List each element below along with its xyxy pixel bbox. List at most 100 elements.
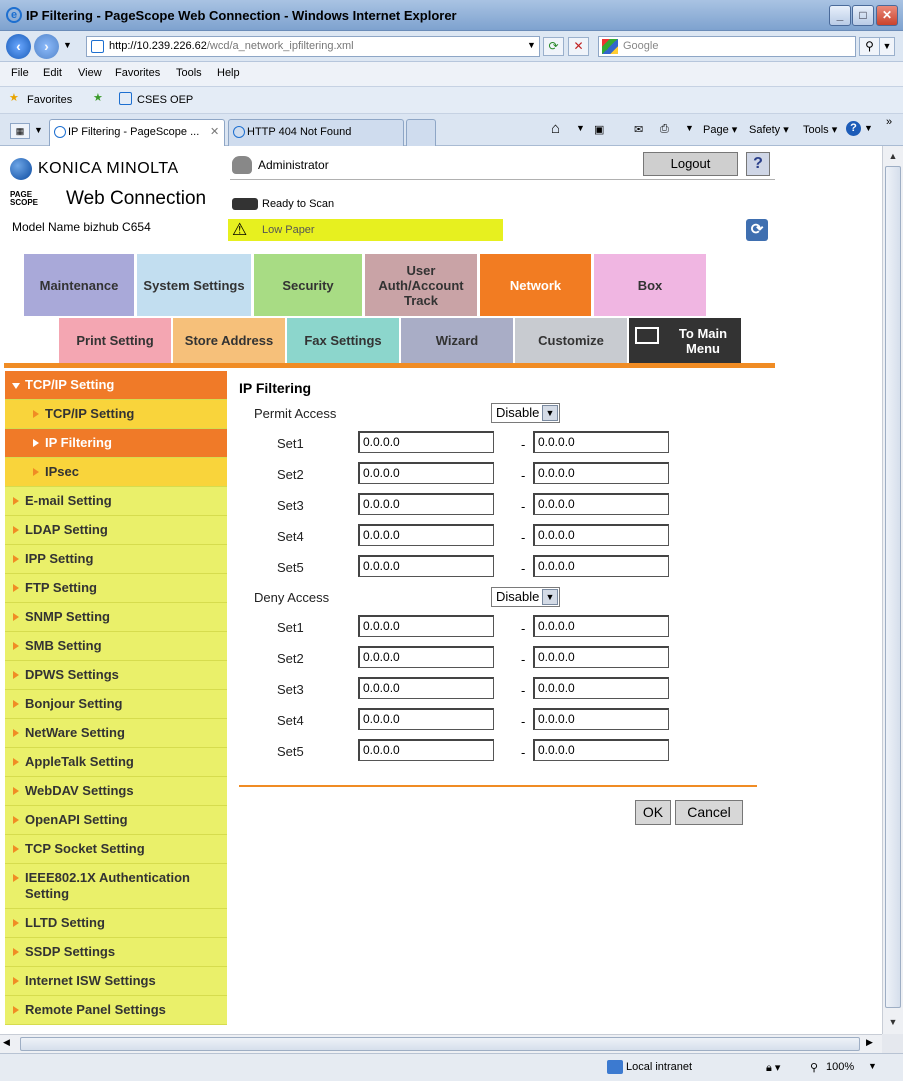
sidebar-item-ftp-setting[interactable]: FTP Setting	[5, 574, 227, 603]
tab-ip-filtering[interactable]: IP Filtering - PageScope ... ✕	[49, 119, 225, 146]
safety-menu[interactable]: Safety ▾	[749, 123, 789, 136]
search-icon[interactable]: ⚲	[859, 37, 880, 56]
sidebar-item-ssdp-settings[interactable]: SSDP Settings	[5, 938, 227, 967]
tab-box[interactable]: Box	[594, 254, 706, 316]
tools-menu[interactable]: Tools ▾	[803, 123, 837, 136]
refresh-status-button[interactable]: ⟳	[746, 219, 768, 241]
search-options-icon[interactable]: ▼	[879, 37, 895, 56]
permit-set1-to-input[interactable]: 0.0.0.0	[533, 431, 669, 453]
sidebar-item-lltd-setting[interactable]: LLTD Setting	[5, 909, 227, 938]
scroll-right-icon[interactable]: ▶	[866, 1037, 873, 1048]
close-window-button[interactable]: ✕	[876, 5, 898, 26]
sidebar-item-internet-isw-settings[interactable]: Internet ISW Settings	[5, 967, 227, 996]
horizontal-scrollbar[interactable]: ◀ ▶	[0, 1034, 882, 1053]
tab-list-icon[interactable]: ▼	[34, 125, 43, 135]
tab-network[interactable]: Network	[480, 254, 591, 316]
toolbar-overflow-icon[interactable]: »	[886, 116, 892, 128]
address-input[interactable]: http://10.239.226.62/wcd/a_network_ipfil…	[86, 36, 540, 57]
address-dropdown-icon[interactable]: ▼	[521, 37, 542, 56]
sidebar-item-openapi-setting[interactable]: OpenAPI Setting	[5, 806, 227, 835]
stop-icon[interactable]: ✕	[568, 37, 589, 56]
tab-http-404[interactable]: HTTP 404 Not Found	[228, 119, 404, 146]
sidebar-item-ipsec[interactable]: IPsec	[5, 458, 227, 487]
tab-security[interactable]: Security	[254, 254, 362, 316]
sidebar-item-ldap-setting[interactable]: LDAP Setting	[5, 516, 227, 545]
new-tab-button[interactable]	[406, 119, 436, 146]
deny-set3-to-input[interactable]: 0.0.0.0	[533, 677, 669, 699]
deny-set1-to-input[interactable]: 0.0.0.0	[533, 615, 669, 637]
sidebar-item-tcpip-setting[interactable]: TCP/IP Setting	[5, 400, 227, 429]
home-icon[interactable]: ⌂	[551, 120, 560, 137]
zoom-dropdown-icon[interactable]: ▼	[868, 1061, 877, 1071]
menu-help[interactable]: Help	[217, 67, 240, 79]
sidebar-item-webdav-settings[interactable]: WebDAV Settings	[5, 777, 227, 806]
favorite-link-cses[interactable]: CSES OEP	[137, 94, 193, 106]
permit-set2-to-input[interactable]: 0.0.0.0	[533, 462, 669, 484]
sidebar-item-tcpip-setting-group[interactable]: TCP/IP Setting	[5, 371, 227, 400]
protected-mode-icon[interactable]: 🔒︎ ▾	[766, 1061, 780, 1075]
permit-set5-from-input[interactable]: 0.0.0.0	[358, 555, 494, 577]
help-icon[interactable]: ?	[846, 121, 861, 136]
tab-to-main-menu[interactable]: To Main Menu	[629, 318, 741, 363]
permit-access-select[interactable]: Disable ▼	[491, 403, 560, 423]
sidebar-item-remote-panel-settings[interactable]: Remote Panel Settings	[5, 996, 227, 1025]
deny-set4-from-input[interactable]: 0.0.0.0	[358, 708, 494, 730]
search-input[interactable]: Google	[598, 36, 856, 57]
back-button[interactable]: ‹	[6, 34, 31, 59]
minimize-button[interactable]: _	[829, 5, 851, 26]
tab-store-address[interactable]: Store Address	[173, 318, 285, 363]
tab-fax-settings[interactable]: Fax Settings	[287, 318, 399, 363]
close-tab-icon[interactable]: ✕	[210, 120, 219, 145]
permit-set2-from-input[interactable]: 0.0.0.0	[358, 462, 494, 484]
favorites-button[interactable]: Favorites	[27, 94, 72, 106]
tab-wizard[interactable]: Wizard	[401, 318, 513, 363]
help-button[interactable]: ?	[746, 152, 770, 176]
menu-edit[interactable]: Edit	[43, 67, 62, 79]
permit-set4-to-input[interactable]: 0.0.0.0	[533, 524, 669, 546]
refresh-icon[interactable]: ⟳	[543, 37, 564, 56]
sidebar-item-bonjour-setting[interactable]: Bonjour Setting	[5, 690, 227, 719]
page-menu[interactable]: Page ▾	[703, 123, 737, 136]
permit-set1-from-input[interactable]: 0.0.0.0	[358, 431, 494, 453]
permit-set4-from-input[interactable]: 0.0.0.0	[358, 524, 494, 546]
permit-set5-to-input[interactable]: 0.0.0.0	[533, 555, 669, 577]
scroll-up-icon[interactable]: ▲	[885, 148, 901, 164]
help-dropdown-icon[interactable]: ▼	[864, 123, 873, 133]
sidebar-item-dpws-settings[interactable]: DPWS Settings	[5, 661, 227, 690]
vertical-scroll-thumb[interactable]	[885, 166, 901, 1008]
mail-icon[interactable]: ✉	[634, 123, 643, 136]
horizontal-scroll-thumb[interactable]	[20, 1037, 860, 1051]
add-favorite-icon[interactable]: ★	[93, 91, 103, 104]
sidebar-item-email-setting[interactable]: E-mail Setting	[5, 487, 227, 516]
tab-print-setting[interactable]: Print Setting	[59, 318, 171, 363]
sidebar-item-ieee8021x-setting[interactable]: IEEE802.1X Authentication Setting	[5, 864, 227, 909]
sidebar-item-tcp-socket-setting[interactable]: TCP Socket Setting	[5, 835, 227, 864]
scroll-down-icon[interactable]: ▼	[885, 1014, 901, 1030]
sidebar-item-ip-filtering[interactable]: IP Filtering	[5, 429, 227, 458]
deny-set2-from-input[interactable]: 0.0.0.0	[358, 646, 494, 668]
deny-set3-from-input[interactable]: 0.0.0.0	[358, 677, 494, 699]
logout-button[interactable]: Logout	[643, 152, 738, 176]
home-dropdown-icon[interactable]: ▼	[576, 123, 585, 133]
deny-set4-to-input[interactable]: 0.0.0.0	[533, 708, 669, 730]
deny-set1-from-input[interactable]: 0.0.0.0	[358, 615, 494, 637]
cancel-button[interactable]: Cancel	[675, 800, 743, 825]
ok-button[interactable]: OK	[635, 800, 671, 825]
print-dropdown-icon[interactable]: ▼	[685, 123, 694, 133]
sidebar-item-smb-setting[interactable]: SMB Setting	[5, 632, 227, 661]
scroll-left-icon[interactable]: ◀	[3, 1037, 10, 1048]
menu-tools[interactable]: Tools	[176, 67, 202, 79]
feeds-icon[interactable]: ▣	[594, 123, 604, 136]
permit-set3-from-input[interactable]: 0.0.0.0	[358, 493, 494, 515]
zoom-icon[interactable]: ⚲	[810, 1061, 818, 1074]
tab-customize[interactable]: Customize	[515, 318, 627, 363]
deny-set5-from-input[interactable]: 0.0.0.0	[358, 739, 494, 761]
menu-file[interactable]: File	[11, 67, 29, 79]
tab-maintenance[interactable]: Maintenance	[24, 254, 134, 316]
deny-set5-to-input[interactable]: 0.0.0.0	[533, 739, 669, 761]
maximize-button[interactable]: □	[852, 5, 874, 26]
quick-tabs-icon[interactable]: ▦	[10, 123, 30, 139]
sidebar-item-snmp-setting[interactable]: SNMP Setting	[5, 603, 227, 632]
menu-favorites[interactable]: Favorites	[115, 67, 160, 79]
deny-access-select[interactable]: Disable ▼	[491, 587, 560, 607]
